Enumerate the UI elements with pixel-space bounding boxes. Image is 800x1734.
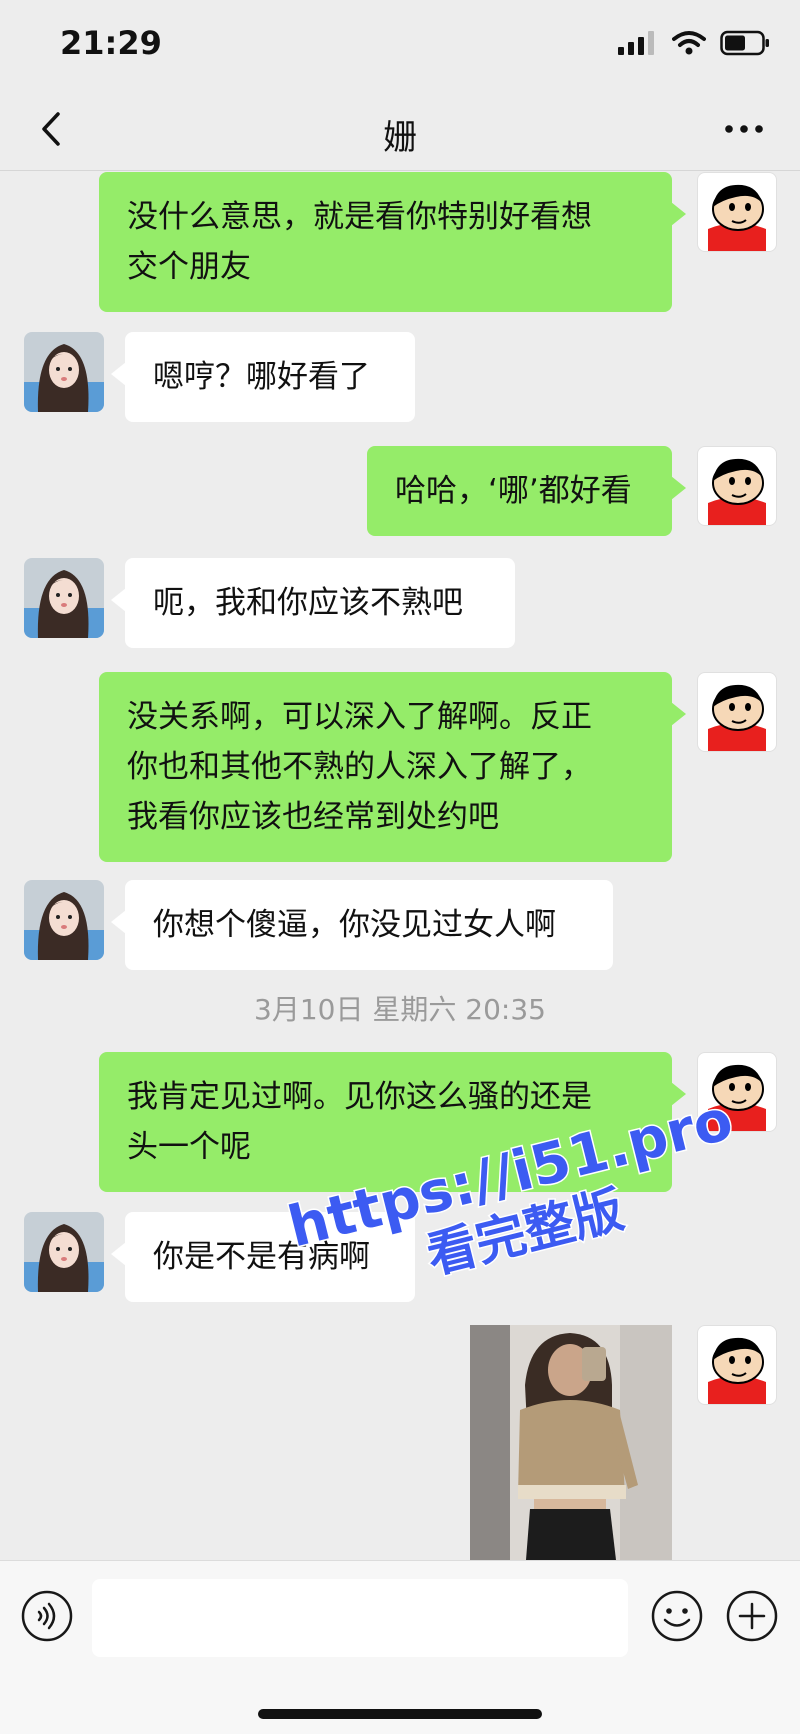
- more-functions-button[interactable]: [725, 1589, 779, 1643]
- cartoon-avatar-icon: [708, 458, 766, 525]
- input-bar: [0, 1560, 800, 1734]
- status-bar: 21:29: [0, 0, 800, 90]
- my-avatar[interactable]: [697, 672, 777, 752]
- contact-avatar[interactable]: [24, 880, 104, 960]
- message-bubble-sent[interactable]: 哈哈，‘哪’都好看: [367, 446, 686, 536]
- voice-icon: [21, 1590, 73, 1642]
- status-time: 21:29: [60, 24, 162, 62]
- message-bubble-sent[interactable]: 没什么意思，就是看你特别好看想 交个朋友: [99, 172, 686, 312]
- message-bubble-received[interactable]: 嗯哼？哪好看了: [111, 332, 415, 422]
- emoji-button[interactable]: [650, 1589, 704, 1643]
- message-bubble-sent[interactable]: 没关系啊，可以深入了解啊。反正 你也和其他不熟的人深入了解了， 我看你应该也经常…: [99, 672, 686, 862]
- message-line: 我肯定见过啊。见你这么骚的还是: [127, 1079, 592, 1115]
- battery-icon: [720, 30, 769, 56]
- message-input[interactable]: [92, 1579, 628, 1657]
- photo-thumbnail: [470, 1325, 672, 1560]
- chat-header: 姗: [0, 90, 800, 171]
- my-avatar[interactable]: [697, 446, 777, 526]
- girl-avatar-icon: [24, 558, 104, 638]
- message-line: 交个朋友: [127, 249, 251, 285]
- voice-button[interactable]: [20, 1589, 74, 1643]
- contact-avatar[interactable]: [24, 1212, 104, 1292]
- wifi-icon: [672, 31, 706, 55]
- message-line: 没关系啊，可以深入了解啊。反正: [127, 699, 592, 735]
- emoji-icon: [651, 1590, 703, 1642]
- contact-avatar[interactable]: [24, 558, 104, 638]
- girl-avatar-icon: [24, 880, 104, 960]
- plus-icon: [726, 1590, 778, 1642]
- message-line: 我看你应该也经常到处约吧: [127, 799, 499, 835]
- message-line: 你也和其他不熟的人深入了解了，: [127, 749, 592, 785]
- message-line: 你想个傻逼，你没见过女人啊: [153, 907, 556, 943]
- cartoon-avatar-icon: [708, 684, 766, 751]
- message-line: 嗯哼？哪好看了: [153, 359, 370, 395]
- chat-title: 姗: [383, 118, 417, 158]
- girl-avatar-icon: [24, 332, 104, 412]
- signal-icon: [618, 31, 654, 55]
- cartoon-avatar-icon: [708, 184, 766, 251]
- status-icons: [618, 30, 770, 56]
- home-indicator: [258, 1709, 542, 1719]
- more-button[interactable]: [714, 104, 774, 154]
- message-line: 没什么意思，就是看你特别好看想: [127, 199, 592, 235]
- my-avatar[interactable]: [697, 1325, 777, 1405]
- message-bubble-received[interactable]: 呃，我和你应该不熟吧: [111, 558, 515, 648]
- contact-avatar[interactable]: [24, 332, 104, 412]
- my-avatar[interactable]: [697, 172, 777, 252]
- chat-timestamp: 3月10日 星期六 20:35: [254, 993, 546, 1026]
- girl-avatar-icon: [24, 1212, 104, 1292]
- image-message[interactable]: [470, 1325, 672, 1560]
- message-line: 呃，我和你应该不熟吧: [153, 585, 463, 621]
- message-line: 哈哈，‘哪’都好看: [395, 473, 632, 509]
- cartoon-avatar-icon: [708, 1337, 766, 1404]
- message-bubble-received[interactable]: 你想个傻逼，你没见过女人啊: [111, 880, 613, 970]
- more-dots-icon: [725, 125, 763, 133]
